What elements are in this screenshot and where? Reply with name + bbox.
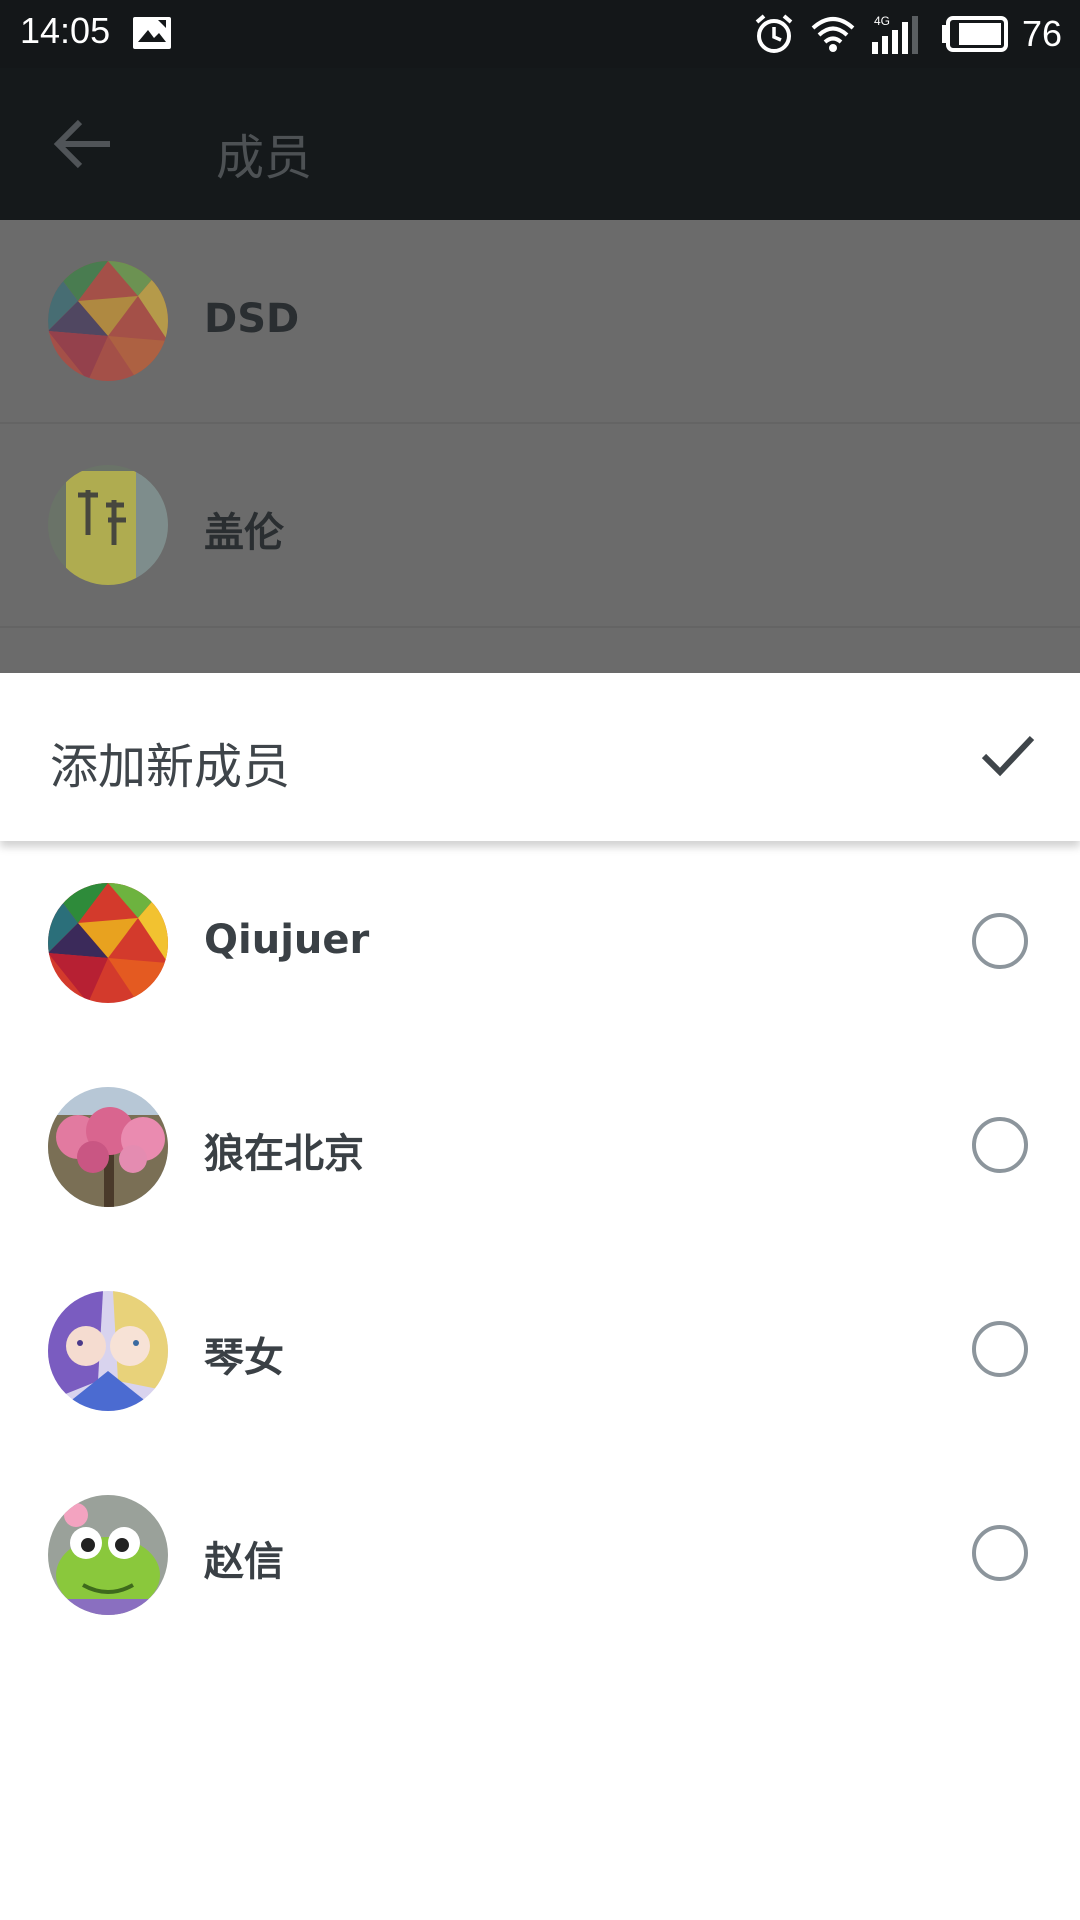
candidate-name: 狼在北京 (204, 1131, 364, 1177)
candidate-name: Qiujuer (204, 917, 370, 963)
battery-icon (941, 16, 1008, 52)
app-bar: 成员 (0, 68, 1080, 220)
polygon-rainbow-avatar (48, 883, 168, 1003)
member-name: DSD (204, 296, 300, 342)
list-item[interactable]: Qiujuer (0, 841, 1080, 1045)
page-title: 成员 (216, 130, 313, 186)
anime-girls-avatar (48, 1291, 168, 1411)
member-list-dimmed: DSD 盖伦 (0, 220, 1080, 673)
list-item[interactable]: 狼在北京 (0, 1045, 1080, 1249)
back-button[interactable] (46, 112, 122, 176)
select-radio[interactable] (972, 913, 1028, 969)
select-radio[interactable] (972, 1321, 1028, 1377)
list-item[interactable]: 琴女 (0, 1249, 1080, 1453)
add-member-sheet-header: 添加新成员 (0, 673, 1080, 841)
polygon-rainbow-avatar (48, 261, 168, 381)
candidate-name: 琴女 (204, 1335, 284, 1381)
sheet-title: 添加新成员 (50, 739, 291, 795)
status-bar: 14:05 4G 76 (0, 0, 1080, 68)
signal-4g-icon: 4G (871, 14, 918, 54)
member-row[interactable]: DSD (0, 220, 1080, 424)
battery-level: 76 (1021, 13, 1062, 54)
green-frog-avatar (48, 1495, 168, 1615)
check-icon (981, 735, 1035, 777)
select-radio[interactable] (972, 1525, 1028, 1581)
gallery-icon (133, 17, 171, 49)
select-radio[interactable] (972, 1117, 1028, 1173)
blossom-tree-avatar (48, 1087, 168, 1207)
status-time: 14:05 (20, 10, 111, 51)
arrow-left-icon (53, 119, 110, 169)
status-icons: 4G 76 (752, 8, 1062, 60)
alarm-icon (755, 14, 793, 53)
member-row[interactable]: 盖伦 (0, 424, 1080, 628)
candidate-name: 赵信 (204, 1539, 284, 1585)
member-name: 盖伦 (204, 510, 284, 556)
svg-text:4G: 4G (874, 14, 890, 28)
list-item[interactable]: 赵信 (0, 1453, 1080, 1657)
wifi-icon (811, 17, 855, 52)
confirm-button[interactable] (978, 730, 1038, 780)
yellow-can-avatar (48, 465, 168, 585)
